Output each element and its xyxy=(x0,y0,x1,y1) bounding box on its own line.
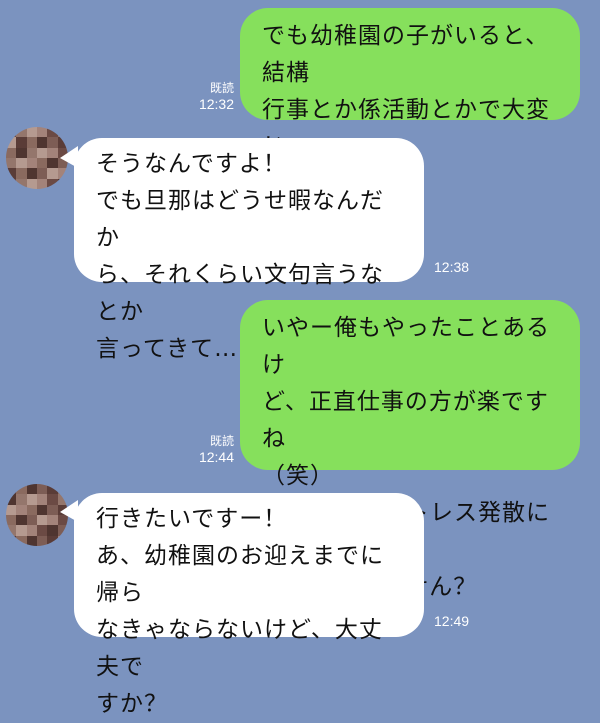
avatar-pixel xyxy=(16,514,27,526)
message-meta: 既読 12:32 xyxy=(199,80,234,112)
avatar-pixel xyxy=(16,147,27,158)
avatar-pixel xyxy=(6,168,17,179)
avatar-pixel xyxy=(26,127,37,138)
avatar-pixel xyxy=(16,484,27,495)
message-time: 12:44 xyxy=(198,449,234,465)
avatar-pixel xyxy=(16,504,27,515)
incoming-message-bubble[interactable]: 行きたいですー！ あ、幼稚園のお迎えまでに帰ら なきゃならないけど、大丈夫で す… xyxy=(74,493,424,717)
avatar-pixel xyxy=(36,157,48,169)
avatar-pixel xyxy=(36,535,48,546)
avatar-pixel xyxy=(26,484,37,495)
avatar-pixel xyxy=(57,525,68,536)
avatar-pixel xyxy=(16,137,27,148)
avatar-pixel xyxy=(36,514,48,526)
avatar-pixel xyxy=(26,504,37,515)
avatar-pixel xyxy=(36,147,48,158)
avatar-pixel xyxy=(6,157,17,169)
avatar-pixel xyxy=(57,178,68,189)
avatar-pixel xyxy=(16,525,27,536)
avatar-pixel xyxy=(36,494,48,505)
incoming-message-bubble[interactable]: そうなんですよ！ でも旦那はどうせ暇なんだか ら、それくらい文句言うなとか 言っ… xyxy=(74,138,424,362)
avatar-pixel xyxy=(6,494,17,505)
avatar-pixel xyxy=(36,127,48,138)
avatar-pixel xyxy=(6,535,17,546)
avatar-pixel xyxy=(16,168,27,179)
avatar-pixel xyxy=(6,147,17,158)
avatar-pixel xyxy=(47,168,58,179)
message-meta: 既読 12:44 xyxy=(199,433,234,465)
avatar-pixel xyxy=(26,525,37,536)
avatar-pixel xyxy=(57,535,68,546)
avatar-pixel xyxy=(6,178,17,189)
avatar-pixel xyxy=(26,147,37,158)
avatar-pixel xyxy=(6,525,17,536)
avatar-pixel xyxy=(16,535,27,546)
message-time: 12:49 xyxy=(434,613,470,629)
avatar-pixel xyxy=(47,157,58,169)
avatar-pixel xyxy=(36,168,48,179)
avatar-pixel xyxy=(26,178,37,189)
avatar-pixel xyxy=(36,525,48,536)
avatar-pixel xyxy=(26,168,37,179)
avatar-pixel xyxy=(47,525,58,536)
avatar-pixel xyxy=(6,137,17,148)
avatar-pixel xyxy=(16,178,27,189)
avatar-pixel xyxy=(6,504,17,515)
avatar-pixel xyxy=(47,178,58,189)
avatar-pixel xyxy=(16,494,27,505)
avatar-pixel xyxy=(47,484,58,495)
avatar-pixel xyxy=(57,127,68,138)
outgoing-message-bubble[interactable]: いやー俺もやったことあるけ ど、正直仕事の方が楽ですね （笑） 良かったらストレ… xyxy=(240,300,580,600)
avatar-pixel xyxy=(47,494,58,505)
avatar-pixel xyxy=(36,178,48,189)
avatar-pixel xyxy=(57,484,68,495)
avatar-pixel xyxy=(26,514,37,526)
avatar-pixel xyxy=(26,535,37,546)
avatar-pixel xyxy=(47,504,58,515)
avatar-pixel xyxy=(6,484,17,495)
read-receipt: 既読 xyxy=(209,81,234,95)
avatar-pixel xyxy=(57,168,68,179)
message-time: 12:38 xyxy=(434,259,470,275)
avatar-pixel xyxy=(47,147,58,158)
avatar-pixel xyxy=(47,535,58,546)
outgoing-message-bubble[interactable]: でも幼稚園の子がいると、結構 行事とか係活動とかで大変じゃ ないです？ xyxy=(240,8,580,197)
contact-avatar[interactable] xyxy=(6,484,68,546)
avatar-pixel xyxy=(47,137,58,148)
avatar-pixel xyxy=(6,514,17,526)
read-receipt: 既読 xyxy=(209,434,234,448)
avatar-pixel xyxy=(36,137,48,148)
avatar-pixel xyxy=(47,127,58,138)
avatar-pixel xyxy=(26,157,37,169)
avatar-pixel xyxy=(36,484,48,495)
avatar-pixel xyxy=(16,157,27,169)
contact-avatar[interactable] xyxy=(6,127,68,189)
avatar-pixel xyxy=(6,127,17,138)
avatar-pixel xyxy=(36,504,48,515)
avatar-pixel xyxy=(26,494,37,505)
message-time: 12:32 xyxy=(198,96,234,112)
avatar-pixel xyxy=(26,137,37,148)
avatar-pixel xyxy=(16,127,27,138)
avatar-pixel xyxy=(47,514,58,526)
